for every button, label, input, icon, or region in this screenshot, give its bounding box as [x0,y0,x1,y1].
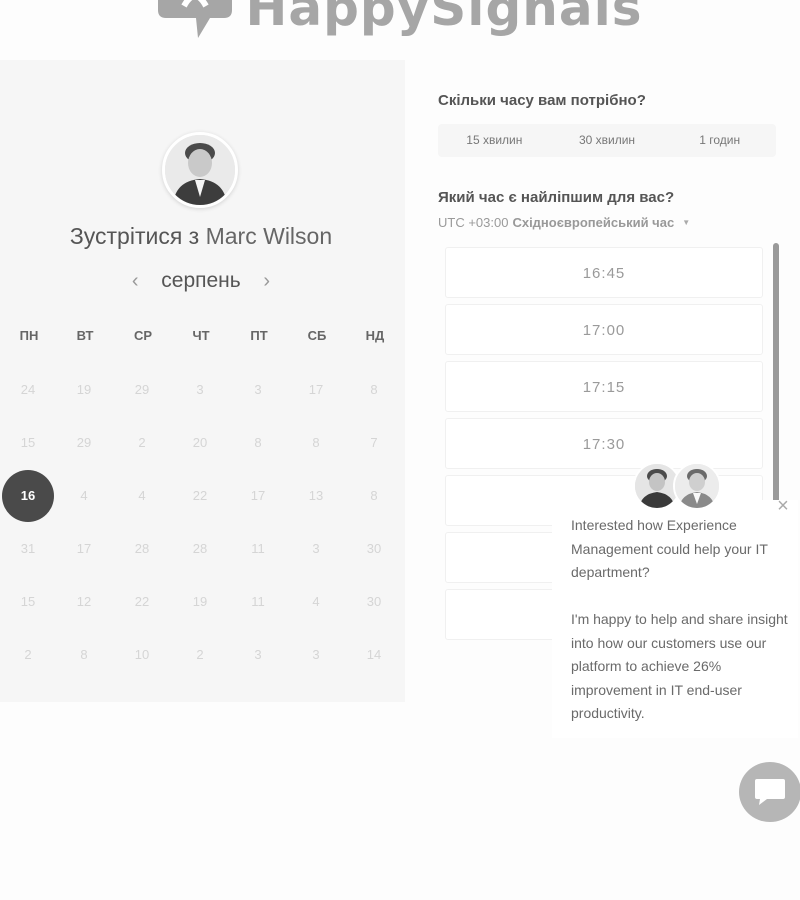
calendar-day: 12 [76,594,92,609]
chat-bubble-icon [755,779,785,805]
calendar-day: 24 [20,382,36,397]
chat-message: Interested how Experience Management cou… [571,514,796,749]
calendar-day: 19 [192,594,208,609]
calendar-day: 17 [76,541,92,556]
calendar-panel: Зустрітися з Marc Wilson ‹ серпень › ПН В… [0,60,405,702]
calendar-day: 2 [24,647,32,662]
host-name: Marc Wilson [205,223,333,249]
calendar-day: 3 [312,541,320,556]
duration-option-30[interactable]: 30 хвилин [551,124,664,157]
calendar-day: 4 [138,488,146,503]
calendar-day: 13 [308,488,324,503]
calendar-day: 19 [76,382,92,397]
chat-message-popup: Interested how Experience Management cou… [552,500,798,738]
chat-message-1: Interested how Experience Management cou… [571,517,768,580]
person-icon [675,464,719,508]
host-avatar [162,132,238,208]
calendar-week-row: 15 29 2 20 8 8 7 [0,417,405,470]
calendar-day: 29 [76,435,92,450]
time-slot[interactable]: 17:00 [445,304,763,355]
chevron-left-icon[interactable]: ‹ [127,271,143,291]
month-label: серпень [161,269,241,292]
chat-launcher-button[interactable] [739,762,800,822]
calendar-day: 28 [192,541,208,556]
logo-icon [157,0,232,38]
time-question: Який час є найліпшим для вас? [438,189,675,206]
calendar-day: 3 [312,647,320,662]
weekday-label: СР [133,328,153,343]
calendar-day: 30 [366,541,382,556]
calendar-day: 8 [80,647,88,662]
calendar-day-selected[interactable]: 16 [2,470,54,522]
calendar-day: 3 [254,647,262,662]
duration-option-60[interactable]: 1 годин [663,124,776,157]
calendar-day: 10 [134,647,150,662]
calendar-day: 2 [138,435,146,450]
weekday-label: НД [365,328,385,343]
calendar-day: 8 [370,488,378,503]
calendar-day: 3 [254,382,262,397]
person-icon [165,135,235,205]
meet-prefix: Зустрітися з [69,223,200,249]
timezone-selector[interactable]: UTC +03:00 Східноєвропейський час ▼ [438,215,690,230]
timezone-name: Східноєвропейський час [512,215,675,230]
weekday-label: ЧТ [192,328,210,343]
calendar-week-row: 24 19 29 3 3 17 8 [0,364,405,417]
calendar-day: 22 [134,594,150,609]
chevron-right-icon[interactable]: › [259,271,275,291]
agent-avatar [673,462,721,510]
logo-text: HappySignals [245,0,643,37]
calendar-week-row: 31 17 28 28 11 3 30 [0,523,405,576]
weekday-label: ПН [19,328,39,343]
chat-agent-avatars [633,462,723,512]
calendar-week-row: 16 4 4 22 17 13 8 [0,470,405,523]
weekday-label: ПТ [250,328,268,343]
calendar-day: 17 [308,382,324,397]
calendar-day: 4 [312,594,320,609]
weekday-label: ВТ [76,328,94,343]
time-slot[interactable]: 17:15 [445,361,763,412]
calendar-day: 20 [192,435,208,450]
page: HappySignals Зустрітися з Marc Wilson ‹ … [0,0,800,900]
chat-message-2: I'm happy to help and share insight into… [571,611,788,721]
calendar-day: 8 [370,382,378,397]
calendar-week-row: 15 12 22 19 11 4 30 [0,576,405,629]
calendar-day: 17 [250,488,266,503]
logo: HappySignals [0,0,800,43]
timezone-offset: UTC +03:00 [438,215,509,230]
duration-question: Скільки часу вам потрібно? [438,92,646,109]
calendar-day: 3 [196,382,204,397]
calendar-day: 31 [20,541,36,556]
calendar-day: 8 [312,435,320,450]
calendar-day: 15 [20,594,36,609]
calendar-day: 11 [251,541,265,556]
calendar-day: 29 [134,382,150,397]
calendar-day: 7 [370,435,378,450]
duration-option-15[interactable]: 15 хвилин [438,124,551,157]
calendar-week-row: 2 8 10 2 3 3 14 [0,629,405,682]
calendar-day: 4 [80,488,88,503]
calendar-day: 30 [366,594,382,609]
calendar-day: 28 [134,541,150,556]
calendar-day: 8 [254,435,262,450]
weekday-label: СБ [307,328,327,343]
month-navigation: ‹ серпень › [0,269,402,293]
meeting-title: Зустрітися з Marc Wilson [0,223,402,250]
calendar-day: 15 [20,435,36,450]
scrollbar[interactable] [773,243,779,511]
calendar-day: 22 [192,488,208,503]
calendar-day: 14 [366,647,382,662]
caret-down-icon: ▼ [682,218,691,227]
duration-selector: 15 хвилин 30 хвилин 1 годин [438,124,776,157]
calendar-day: 11 [251,594,265,609]
close-icon[interactable]: × [773,496,793,516]
calendar-day: 2 [196,647,204,662]
time-slot[interactable]: 16:45 [445,247,763,298]
